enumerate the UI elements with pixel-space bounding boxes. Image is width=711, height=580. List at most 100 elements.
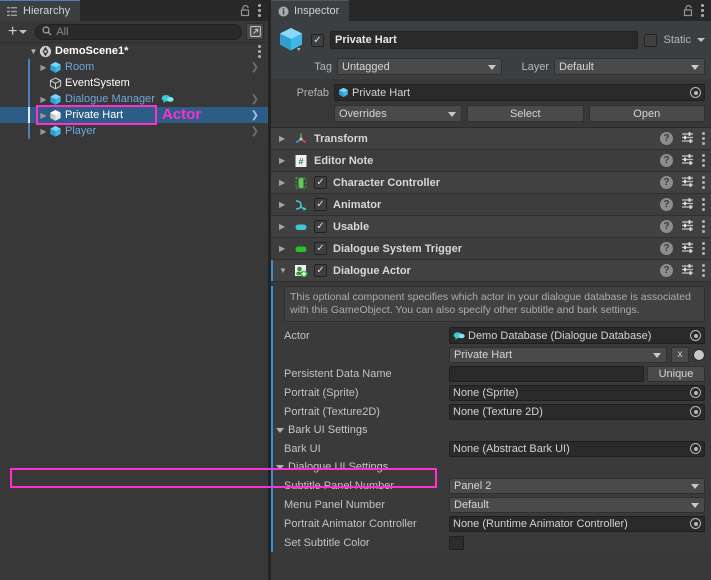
- chevron-right-icon[interactable]: ❯: [251, 110, 259, 121]
- chevron-down-icon: [691, 65, 699, 70]
- hierarchy-scene-row[interactable]: ▼ DemoScene1*: [0, 43, 268, 59]
- hierarchy-item-dialogue-manager[interactable]: ▶ Dialogue Manager ❯: [0, 91, 268, 107]
- twisty-icon[interactable]: ▶: [38, 63, 49, 72]
- component-kebab-menu-icon[interactable]: [702, 132, 705, 145]
- layer-dropdown[interactable]: Default: [554, 58, 705, 75]
- help-icon[interactable]: ?: [660, 176, 673, 189]
- gameobject-enabled-checkbox[interactable]: ✓: [311, 33, 324, 47]
- triangle-down-icon: [276, 427, 284, 433]
- object-picker-icon[interactable]: [690, 387, 701, 398]
- actor-database-field[interactable]: Demo Database (Dialogue Database): [449, 327, 705, 344]
- add-gameobject-button[interactable]: +: [4, 23, 31, 40]
- static-chevron-down-icon[interactable]: [697, 38, 705, 42]
- bark-ui-settings-foldout[interactable]: Bark UI Settings: [271, 421, 711, 439]
- kebab-menu-icon[interactable]: [258, 4, 261, 17]
- help-icon[interactable]: ?: [660, 264, 673, 277]
- preset-icon[interactable]: [681, 175, 694, 191]
- scene-kebab-menu-icon[interactable]: [258, 44, 261, 58]
- twisty-icon[interactable]: ▶: [279, 222, 288, 231]
- portrait-animator-controller-field[interactable]: None (Runtime Animator Controller): [449, 515, 705, 532]
- object-picker-icon[interactable]: [690, 87, 701, 98]
- component-kebab-menu-icon[interactable]: [702, 154, 705, 167]
- select-button[interactable]: Select: [467, 105, 584, 122]
- twisty-icon[interactable]: ▶: [38, 95, 49, 104]
- component-row-editor-note[interactable]: ▶ # Editor Note ?: [271, 150, 711, 172]
- component-kebab-menu-icon[interactable]: [702, 198, 705, 211]
- portrait-texture-field[interactable]: None (Texture 2D): [449, 403, 705, 420]
- prefab-object-field[interactable]: Private Hart: [334, 84, 705, 101]
- hierarchy-item-room[interactable]: ▶ Room ❯: [0, 59, 268, 75]
- component-enabled-checkbox[interactable]: ✓: [314, 264, 327, 277]
- dialogue-ui-settings-foldout[interactable]: Dialogue UI Settings: [271, 458, 711, 476]
- preset-icon[interactable]: [681, 153, 694, 169]
- component-row-character-controller[interactable]: ▶ ✓ Character Controller ?: [271, 172, 711, 194]
- actor-name-dropdown[interactable]: Private Hart: [449, 346, 667, 363]
- preset-icon[interactable]: [681, 197, 694, 213]
- tab-inspector[interactable]: Inspector: [271, 0, 350, 21]
- hierarchy-item-private-hart[interactable]: ▶ Private Hart ❯: [0, 107, 268, 123]
- component-row-animator[interactable]: ▶ ✓ Animator ?: [271, 194, 711, 216]
- component-enabled-checkbox[interactable]: ✓: [314, 198, 327, 211]
- unique-button[interactable]: Unique: [647, 365, 705, 382]
- gameobject-name-input[interactable]: Private Hart: [330, 31, 639, 49]
- preset-icon[interactable]: [681, 241, 694, 257]
- twisty-icon[interactable]: ▼: [279, 266, 288, 275]
- help-icon[interactable]: ?: [660, 198, 673, 211]
- component-kebab-menu-icon[interactable]: [702, 242, 705, 255]
- menu-panel-number-dropdown[interactable]: Default: [449, 496, 705, 513]
- speech-bubble-icon: [161, 94, 174, 104]
- component-row-transform[interactable]: ▶ Transform ?: [271, 128, 711, 150]
- component-enabled-checkbox[interactable]: ✓: [314, 242, 327, 255]
- twisty-icon[interactable]: ▶: [279, 156, 288, 165]
- component-row-usable[interactable]: ▶ ✓ Usable ?: [271, 216, 711, 238]
- open-window-icon[interactable]: [246, 23, 264, 40]
- bark-ui-field[interactable]: None (Abstract Bark UI): [449, 440, 705, 457]
- preset-icon[interactable]: [681, 131, 694, 147]
- preset-icon[interactable]: [681, 219, 694, 235]
- twisty-icon[interactable]: ▶: [279, 244, 288, 253]
- static-checkbox[interactable]: [644, 33, 658, 47]
- help-icon[interactable]: ?: [660, 132, 673, 145]
- twisty-icon[interactable]: ▶: [38, 127, 49, 136]
- chevron-right-icon[interactable]: ❯: [251, 126, 259, 137]
- component-actions: ?: [660, 153, 705, 169]
- set-subtitle-color-checkbox[interactable]: [449, 535, 464, 550]
- chevron-right-icon[interactable]: ❯: [251, 62, 259, 73]
- lock-open-icon[interactable]: [240, 4, 251, 17]
- persistent-data-name-input[interactable]: [449, 365, 644, 382]
- component-row-dialogue-system-trigger[interactable]: ▶ ✓ Dialogue System Trigger ?: [271, 238, 711, 260]
- component-kebab-menu-icon[interactable]: [702, 176, 705, 189]
- scene-twisty-icon[interactable]: ▼: [28, 47, 39, 56]
- chevron-right-icon[interactable]: ❯: [251, 94, 259, 105]
- portrait-sprite-field[interactable]: None (Sprite): [449, 384, 705, 401]
- help-icon[interactable]: ?: [660, 242, 673, 255]
- tag-dropdown[interactable]: Untagged: [337, 58, 502, 75]
- overrides-dropdown[interactable]: Overrides: [334, 105, 462, 122]
- kebab-menu-icon[interactable]: [701, 4, 704, 17]
- actor-clear-button[interactable]: x: [671, 346, 689, 363]
- component-enabled-checkbox[interactable]: ✓: [314, 176, 327, 189]
- help-icon[interactable]: ?: [660, 220, 673, 233]
- preset-icon[interactable]: [681, 263, 694, 279]
- component-row-dialogue-actor[interactable]: ▼ ✓ Dialogue Actor ?: [271, 260, 711, 282]
- object-picker-icon[interactable]: [690, 518, 701, 529]
- object-picker-icon[interactable]: [690, 330, 701, 341]
- search-input[interactable]: All: [35, 23, 242, 40]
- lock-open-icon[interactable]: [683, 4, 694, 17]
- actor-picker-radio[interactable]: [693, 348, 705, 361]
- hierarchy-item-eventsystem[interactable]: EventSystem: [0, 75, 268, 91]
- twisty-icon[interactable]: ▶: [279, 134, 288, 143]
- twisty-icon[interactable]: ▶: [279, 200, 288, 209]
- component-enabled-checkbox[interactable]: ✓: [314, 220, 327, 233]
- open-button[interactable]: Open: [588, 105, 705, 122]
- object-picker-icon[interactable]: [690, 443, 701, 454]
- subtitle-panel-number-dropdown[interactable]: Panel 2: [449, 477, 705, 494]
- component-kebab-menu-icon[interactable]: [702, 264, 705, 277]
- help-icon[interactable]: ?: [660, 154, 673, 167]
- hierarchy-item-player[interactable]: ▶ Player ❯: [0, 123, 268, 139]
- twisty-icon[interactable]: ▶: [38, 111, 49, 120]
- component-kebab-menu-icon[interactable]: [702, 220, 705, 233]
- tab-hierarchy[interactable]: Hierarchy: [0, 0, 81, 21]
- twisty-icon[interactable]: ▶: [279, 178, 288, 187]
- object-picker-icon[interactable]: [690, 406, 701, 417]
